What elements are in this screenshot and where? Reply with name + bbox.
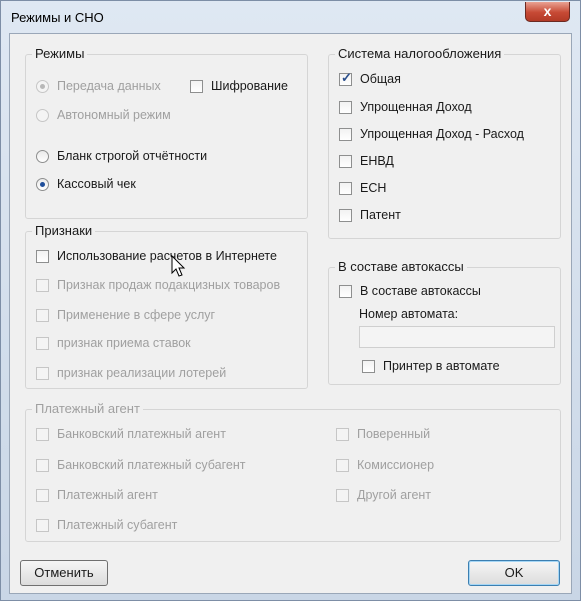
checkbox-label: Комиссионер [357,458,435,472]
radio-label: Кассовый чек [57,177,136,191]
window-title: Режимы и СНО [11,10,104,25]
radio-label: Автономный режим [57,108,171,122]
checkbox-indicator [339,154,352,168]
autokassa-group: В составе автокассы В составе автокассы … [328,259,561,385]
machine-number-label: Номер автомата: [359,307,458,321]
checkbox-label: признак реализации лотерей [57,366,227,380]
checkbox-bank-payment-subagent[interactable]: Банковский платежный субагент [36,458,245,472]
checkbox-indicator [336,427,349,441]
checkbox-label: ЕНВД [360,154,394,168]
checkbox-payment-subagent[interactable]: Платежный субагент [36,518,177,532]
radio-label: Передача данных [57,79,161,93]
checkbox-label: Принтер в автомате [383,359,500,373]
checkbox-payment-agent[interactable]: Платежный агент [36,488,158,502]
signs-legend: Признаки [32,223,96,238]
tax-system-legend: Система налогообложения [335,46,505,61]
machine-number-input[interactable] [359,326,555,348]
checkbox-indicator [339,284,352,298]
checkbox-label: Упрощенная Доход [360,100,472,114]
machine-number-text: Номер автомата: [359,307,459,321]
checkbox-label: Применение в сфере услуг [57,308,216,322]
checkbox-label: ЕСН [360,181,387,195]
checkbox-other-agent[interactable]: Другой агент [336,488,431,502]
checkbox-attorney[interactable]: Поверенный [336,427,430,441]
checkbox-indicator [36,308,49,322]
checkbox-label: Банковский платежный субагент [57,458,246,472]
checkbox-bank-payment-agent[interactable]: Банковский платежный агент [36,427,226,441]
checkbox-printer-in-machine[interactable]: Принтер в автомате [362,359,500,373]
close-button[interactable]: x [525,2,570,22]
checkbox-bets[interactable]: признак приема ставок [36,336,191,350]
checkbox-label: Упрощенная Доход - Расход [360,127,524,141]
checkbox-indicator [36,458,49,472]
checkbox-tax-simplified-income[interactable]: Упрощенная Доход [339,100,472,114]
checkbox-tax-patent[interactable]: Патент [339,208,401,222]
dialog-window: Режимы и СНО x Режимы Передача данных Ши… [0,0,581,601]
tax-system-group: Система налогообложения Общая Упрощенная… [328,46,561,239]
checkbox-indicator [36,278,49,292]
radio-indicator [36,149,49,163]
checkbox-label: Признак продаж подакцизных товаров [57,278,281,292]
checkbox-indicator [339,70,352,86]
checkbox-internet-payments[interactable]: Использование расчетов в Интернете [36,249,277,263]
checkbox-indicator [339,127,352,141]
checkbox-indicator [339,100,352,114]
checkbox-label: Поверенный [357,427,431,441]
title-bar[interactable]: Режимы и СНО x [1,1,580,33]
radio-indicator [36,108,49,122]
payment-agent-group: Платежный агент Банковский платежный аге… [25,401,561,542]
checkbox-indicator [336,458,349,472]
dialog-body: Режимы Передача данных Шифрование Автоно… [9,33,572,594]
checkbox-lotteries[interactable]: признак реализации лотерей [36,366,226,380]
checkbox-tax-simplified-income-expense[interactable]: Упрощенная Доход - Расход [339,127,524,141]
checkbox-indicator [362,359,375,373]
checkbox-indicator [36,249,49,263]
radio-autonomous[interactable]: Автономный режим [36,108,171,122]
checkbox-indicator [339,181,352,195]
checkbox-excise-goods[interactable]: Признак продаж подакцизных товаров [36,278,280,292]
checkbox-label: Шифрование [211,79,288,93]
radio-indicator [36,177,49,191]
autokassa-legend: В составе автокассы [335,259,467,274]
checkbox-indicator [190,79,203,93]
cancel-button[interactable]: Отменить [20,560,108,586]
checkbox-services[interactable]: Применение в сфере услуг [36,308,215,322]
radio-indicator [36,79,49,93]
checkbox-label: Платежный субагент [57,518,178,532]
checkbox-tax-esn[interactable]: ЕСН [339,181,386,195]
checkbox-indicator [36,488,49,502]
modes-legend: Режимы [32,46,88,61]
checkbox-indicator [336,488,349,502]
modes-group: Режимы Передача данных Шифрование Автоно… [25,46,308,219]
checkbox-indicator [36,518,49,532]
checkbox-label: признак приема ставок [57,336,191,350]
checkbox-indicator [339,208,352,222]
signs-group: Признаки Использование расчетов в Интерн… [25,223,308,389]
radio-cash-receipt[interactable]: Кассовый чек [36,177,136,191]
mouse-pointer-icon [171,255,186,277]
checkbox-tax-general[interactable]: Общая [339,70,401,86]
radio-data-transfer[interactable]: Передача данных [36,79,161,93]
checkbox-label: Общая [360,72,401,86]
checkbox-commissioner[interactable]: Комиссионер [336,458,434,472]
ok-button[interactable]: OK [468,560,560,586]
checkbox-indicator [36,366,49,380]
checkbox-label: Использование расчетов в Интернете [57,249,277,263]
checkbox-indicator [36,427,49,441]
radio-strict-form[interactable]: Бланк строгой отчётности [36,149,207,163]
checkbox-autokassa[interactable]: В составе автокассы [339,284,481,298]
checkbox-indicator [36,336,49,350]
checkbox-tax-envd[interactable]: ЕНВД [339,154,394,168]
checkbox-label: Другой агент [357,488,432,502]
payment-agent-legend: Платежный агент [32,401,143,416]
checkbox-label: Банковский платежный агент [57,427,226,441]
checkbox-label: В составе автокассы [360,284,481,298]
radio-label: Бланк строгой отчётности [57,149,208,163]
checkbox-label: Патент [360,208,401,222]
checkbox-encryption[interactable]: Шифрование [190,79,288,93]
checkbox-label: Платежный агент [57,488,158,502]
